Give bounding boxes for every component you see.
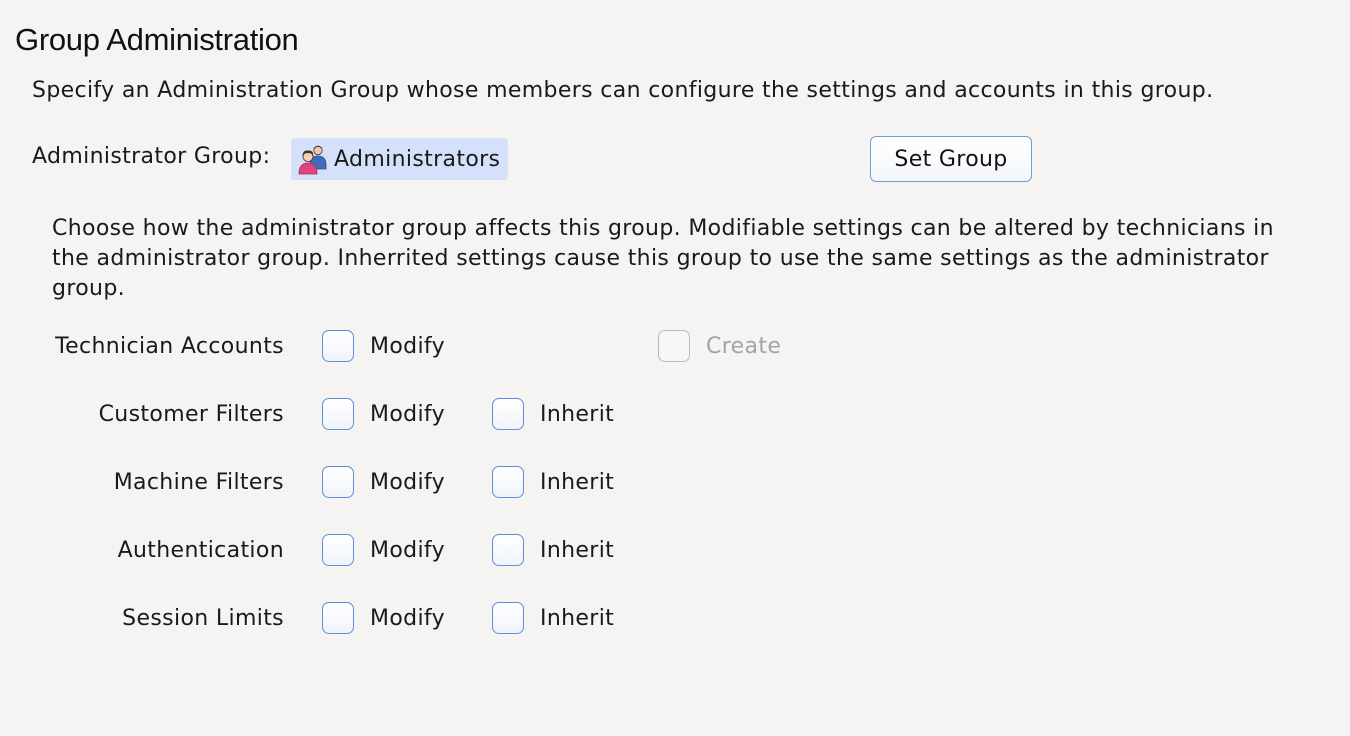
explanation-line: group. [52,276,125,301]
technician-accounts-modify-checkbox[interactable] [322,330,354,362]
page-description: Specify an Administration Group whose me… [32,78,1214,103]
inherit-label[interactable]: Inherit [540,398,614,432]
administrator-group-label: Administrator Group: [32,144,271,169]
customer-filters-inherit-checkbox[interactable] [492,398,524,430]
administrator-group-value: Administrators [334,146,501,172]
permission-row-session-limits: Session Limits Modify Inherit [0,602,1350,636]
technician-accounts-create-checkbox[interactable] [658,330,690,362]
users-icon [297,143,329,175]
set-group-button[interactable]: Set Group [870,136,1032,182]
permission-label: Technician Accounts [55,334,284,359]
authentication-modify-checkbox[interactable] [322,534,354,566]
modify-label[interactable]: Modify [370,534,445,568]
permission-row-machine-filters: Machine Filters Modify Inherit [0,466,1350,500]
machine-filters-inherit-checkbox[interactable] [492,466,524,498]
permission-label: Customer Filters [98,402,284,427]
permission-row-authentication: Authentication Modify Inherit [0,534,1350,568]
inherit-label[interactable]: Inherit [540,602,614,636]
administrator-group-chip[interactable]: Administrators [291,138,508,180]
modify-label[interactable]: Modify [370,602,445,636]
permission-row-technician-accounts: Technician Accounts Modify Create [0,330,1350,364]
customer-filters-modify-checkbox[interactable] [322,398,354,430]
session-limits-modify-checkbox[interactable] [322,602,354,634]
permission-row-customer-filters: Customer Filters Modify Inherit [0,398,1350,432]
machine-filters-modify-checkbox[interactable] [322,466,354,498]
permission-label: Authentication [117,538,284,563]
explanation-line: Choose how the administrator group affec… [52,216,1274,241]
session-limits-inherit-checkbox[interactable] [492,602,524,634]
permission-label: Session Limits [122,606,284,631]
permissions-explanation: Choose how the administrator group affec… [52,214,1322,304]
modify-label[interactable]: Modify [370,330,445,364]
permission-label: Machine Filters [113,470,284,495]
explanation-line: the administrator group. Inherrited sett… [52,246,1269,271]
modify-label[interactable]: Modify [370,398,445,432]
modify-label[interactable]: Modify [370,466,445,500]
authentication-inherit-checkbox[interactable] [492,534,524,566]
create-label[interactable]: Create [706,330,781,364]
inherit-label[interactable]: Inherit [540,466,614,500]
inherit-label[interactable]: Inherit [540,534,614,568]
page-title: Group Administration [15,22,299,57]
